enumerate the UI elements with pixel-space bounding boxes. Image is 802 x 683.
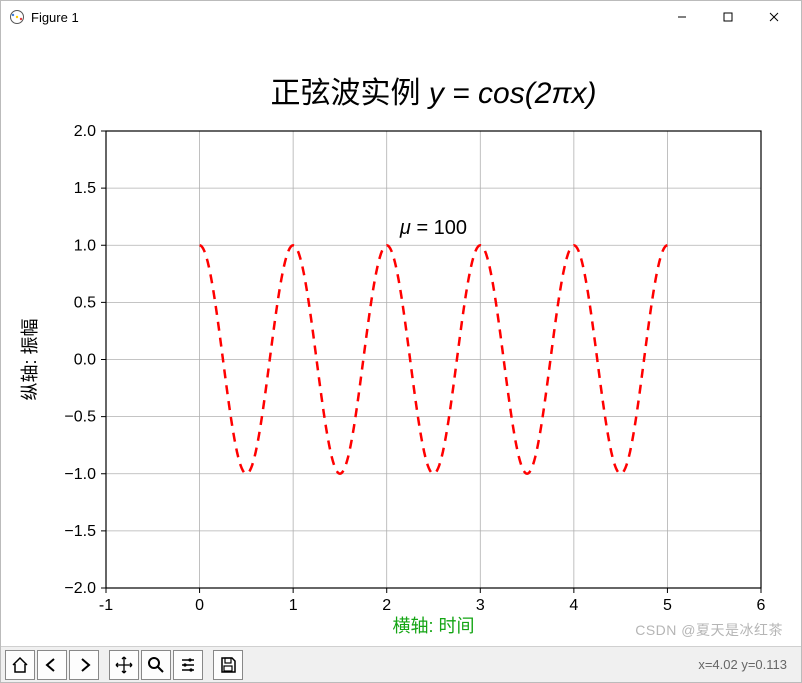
svg-text:−2.0: −2.0 bbox=[64, 580, 96, 597]
save-button[interactable] bbox=[213, 650, 243, 680]
app-icon bbox=[9, 9, 25, 25]
configure-subplots-button[interactable] bbox=[173, 650, 203, 680]
svg-text:1: 1 bbox=[289, 597, 298, 614]
svg-text:0.5: 0.5 bbox=[74, 294, 96, 311]
window-title: Figure 1 bbox=[31, 10, 79, 25]
close-button[interactable] bbox=[751, 2, 797, 32]
y-axis-label: 纵轴: 振幅 bbox=[20, 318, 40, 400]
forward-button[interactable] bbox=[69, 650, 99, 680]
x-axis-label: 横轴: 时间 bbox=[392, 616, 474, 636]
svg-text:4: 4 bbox=[569, 597, 578, 614]
svg-text:6: 6 bbox=[757, 597, 766, 614]
svg-text:−0.5: −0.5 bbox=[64, 409, 96, 426]
back-button[interactable] bbox=[37, 650, 67, 680]
coord-readout: x=4.02 y=0.113 bbox=[698, 657, 787, 672]
svg-text:1.5: 1.5 bbox=[74, 180, 96, 197]
zoom-button[interactable] bbox=[141, 650, 171, 680]
maximize-button[interactable] bbox=[705, 2, 751, 32]
window-titlebar: Figure 1 bbox=[1, 1, 801, 33]
svg-text:0: 0 bbox=[195, 597, 204, 614]
svg-text:0.0: 0.0 bbox=[74, 352, 96, 369]
svg-text:2: 2 bbox=[382, 597, 391, 614]
svg-text:−1.5: −1.5 bbox=[64, 523, 96, 540]
svg-text:2.0: 2.0 bbox=[74, 123, 96, 140]
plot-svg: -1 0 1 2 3 4 5 6 −2.0 −1.5 −1.0 −0.5 0.0 0.5 1.0 1.5 2.0… bbox=[1, 33, 801, 647]
svg-text:3: 3 bbox=[476, 597, 485, 614]
chart-title: 正弦波实例 y = cos(2πx) bbox=[271, 77, 597, 110]
minimize-button[interactable] bbox=[659, 2, 705, 32]
svg-text:−1.0: −1.0 bbox=[64, 466, 96, 483]
svg-text:5: 5 bbox=[663, 597, 672, 614]
svg-text:1.0: 1.0 bbox=[74, 237, 96, 254]
pan-button[interactable] bbox=[109, 650, 139, 680]
figure-canvas[interactable]: -1 0 1 2 3 4 5 6 −2.0 −1.5 −1.0 −0.5 0.0 0.5 1.0 1.5 2.0… bbox=[1, 33, 801, 646]
annotation-text: μ = 100 bbox=[399, 217, 467, 239]
mpl-toolbar: x=4.02 y=0.113 bbox=[1, 646, 801, 682]
svg-text:-1: -1 bbox=[99, 597, 113, 614]
home-button[interactable] bbox=[5, 650, 35, 680]
